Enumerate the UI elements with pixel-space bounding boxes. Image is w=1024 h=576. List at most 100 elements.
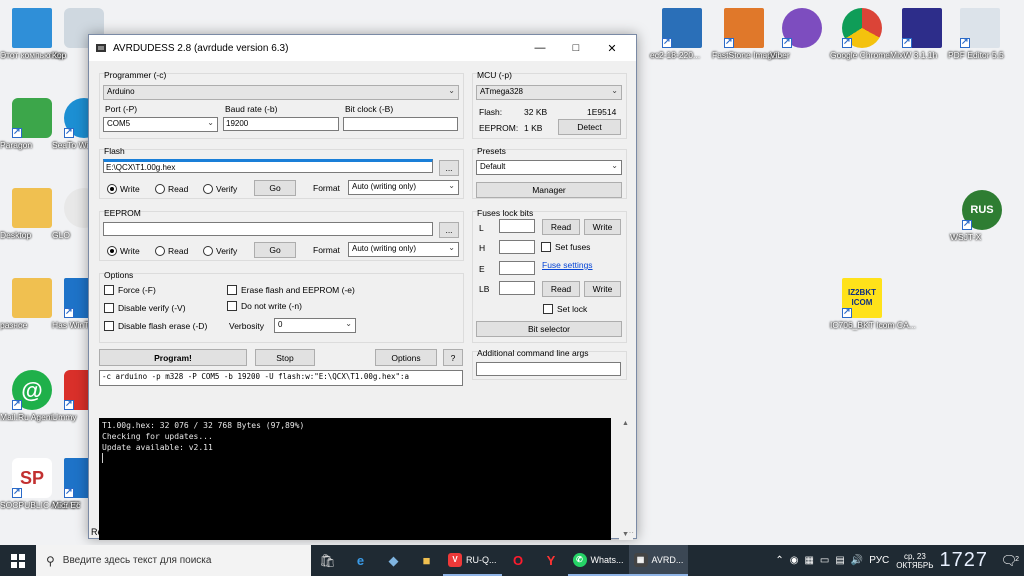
manager-button[interactable]: Manager xyxy=(476,182,622,198)
fuse-l-label: L xyxy=(479,223,484,233)
erase-checkbox[interactable] xyxy=(227,285,237,295)
status-bar: Ready xyxy=(91,527,118,537)
console-line: Checking for updates... xyxy=(102,432,213,441)
eeprom-file-field[interactable] xyxy=(103,222,433,236)
flash-size-value: 32 KB xyxy=(524,107,548,117)
close-button[interactable]: ✕ xyxy=(594,35,630,61)
fuse-write-button[interactable]: Write xyxy=(584,219,621,235)
eeprom-format-select[interactable]: Auto (writing only) ⌄ xyxy=(348,242,459,257)
taskbar-app-avrdudess[interactable]: ▦ AVRD... xyxy=(628,545,689,576)
mixw-shortcut[interactable]: MixW 3.1.1h xyxy=(890,8,954,60)
stop-button[interactable]: Stop xyxy=(255,349,315,366)
pdf-editor-shortcut[interactable]: PDF Editor 5.5 xyxy=(948,8,1012,60)
vivaldi-icon: V xyxy=(448,552,462,567)
flash-go-button[interactable]: Go xyxy=(254,180,296,196)
eeprom-write-radio[interactable] xyxy=(107,246,117,256)
detect-button[interactable]: Detect xyxy=(558,119,621,135)
eeprom-verify-radio[interactable] xyxy=(203,246,213,256)
lock-read-button[interactable]: Read xyxy=(542,281,580,297)
disable-verify-checkbox[interactable] xyxy=(104,303,114,313)
notification-count: 2 xyxy=(1015,555,1019,563)
faststone-shortcut[interactable]: FastStone Image ... xyxy=(712,8,786,60)
flash-group-title: Flash xyxy=(104,146,125,156)
fuse-read-button[interactable]: Read xyxy=(542,219,580,235)
eeprom-format-label: Format xyxy=(313,245,340,255)
flash-format-select[interactable]: Auto (writing only) ⌄ xyxy=(348,180,459,195)
volume-icon[interactable]: 🔊 xyxy=(851,555,863,566)
port-select[interactable]: COM5 ⌄ xyxy=(103,117,218,132)
opera-icon[interactable]: O xyxy=(502,545,535,576)
google-chrome-shortcut[interactable]: Google Chrome xyxy=(830,8,894,60)
tray-app-icon[interactable]: ◉ xyxy=(790,555,799,566)
remote-desktop-shortcut[interactable]: ec2-18-220... xyxy=(650,8,714,60)
set-lock-checkbox[interactable] xyxy=(543,304,553,314)
file-explorer-icon[interactable]: ■ xyxy=(410,545,443,576)
presets-select[interactable]: Default ⌄ xyxy=(476,160,622,175)
fuse-h-field[interactable] xyxy=(499,240,535,254)
taskbar-app-icon[interactable]: ◆ xyxy=(377,545,410,576)
options-button[interactable]: Options xyxy=(375,349,437,366)
ic706-shortcut[interactable]: IZ2BKT ICOM IC706_BKT Icom CA... xyxy=(830,278,916,330)
fuse-e-field[interactable] xyxy=(499,261,535,275)
chevron-down-icon: ⌄ xyxy=(345,319,352,328)
wsjtx-shortcut[interactable]: RUS WSJT-X xyxy=(950,190,1014,242)
app-icon xyxy=(96,44,106,52)
title-bar[interactable]: AVRDUDESS 2.8 (avrdude version 6.3) — □ … xyxy=(89,35,636,61)
eeprom-read-radio[interactable] xyxy=(155,246,165,256)
do-not-write-label: Do not write (-n) xyxy=(241,301,302,311)
resize-grip-icon[interactable]: ⋯ xyxy=(626,528,634,537)
eeprom-go-button[interactable]: Go xyxy=(254,242,296,258)
force-checkbox[interactable] xyxy=(104,285,114,295)
flash-verify-radio[interactable] xyxy=(203,184,213,194)
taskbar-app-whatsapp[interactable]: ✆ Whats... xyxy=(567,545,629,576)
yandex-browser-icon[interactable]: Y xyxy=(535,545,568,576)
additional-args-field[interactable] xyxy=(476,362,621,376)
programmer-select[interactable]: Arduino ⌄ xyxy=(103,85,459,100)
windows-logo-icon xyxy=(11,553,25,568)
taskbar-app-vivaldi[interactable]: V RU-Q... xyxy=(443,545,502,576)
lock-bits-field[interactable] xyxy=(499,281,535,295)
fuse-settings-link[interactable]: Fuse settings xyxy=(542,260,593,270)
disable-flash-erase-checkbox[interactable] xyxy=(104,321,114,331)
maximize-button[interactable]: □ xyxy=(558,35,594,61)
flash-read-radio[interactable] xyxy=(155,184,165,194)
notification-center-icon[interactable]: 🗨 2 xyxy=(994,553,1024,569)
bitclock-field[interactable] xyxy=(343,117,458,131)
date-display[interactable]: ср, 23 октябрь xyxy=(896,552,933,570)
edge-icon[interactable]: e xyxy=(344,545,377,576)
flash-write-radio[interactable] xyxy=(107,184,117,194)
erase-label: Erase flash and EEPROM (-e) xyxy=(241,285,355,295)
bit-selector-button[interactable]: Bit selector xyxy=(476,321,622,337)
do-not-write-checkbox[interactable] xyxy=(227,301,237,311)
chevron-down-icon: ⌄ xyxy=(611,161,618,170)
chevron-up-icon[interactable]: ⌃ xyxy=(775,555,783,566)
verbosity-select[interactable]: 0 ⌄ xyxy=(274,318,356,333)
command-line-field[interactable]: -c arduino -p m328 -P COM5 -b 19200 -U f… xyxy=(99,370,463,386)
flash-file-field[interactable]: E:\QCX\T1.00g.hex xyxy=(103,159,433,173)
flash-browse-button[interactable]: ... xyxy=(439,160,459,176)
language-indicator[interactable]: РУС xyxy=(869,555,889,566)
eeprom-browse-button[interactable]: ... xyxy=(439,222,459,238)
minimize-button[interactable]: — xyxy=(522,35,558,61)
console-line: Update available: v2.11 xyxy=(102,443,213,452)
help-button[interactable]: ? xyxy=(443,349,463,366)
time-display[interactable]: 1727 xyxy=(940,549,989,572)
tray-app-icon[interactable]: ▦ xyxy=(804,555,813,566)
set-fuses-checkbox[interactable] xyxy=(541,242,551,252)
set-fuses-label: Set fuses xyxy=(555,242,591,252)
store-icon[interactable]: 🛍 xyxy=(311,545,344,576)
baud-label: Baud rate (-b) xyxy=(225,104,278,114)
console-scrollbar[interactable]: ▲ ▼ xyxy=(619,418,633,540)
baud-rate-field[interactable]: 19200 xyxy=(223,117,339,131)
viber-shortcut[interactable]: Viber xyxy=(770,8,834,60)
tray-app-icon[interactable]: ▭ xyxy=(820,555,829,566)
scroll-up-icon[interactable]: ▲ xyxy=(622,420,629,427)
network-icon[interactable]: ▤ xyxy=(835,555,844,566)
lock-write-button[interactable]: Write xyxy=(584,281,621,297)
mcu-select[interactable]: ATmega328 ⌄ xyxy=(476,85,622,100)
program-button[interactable]: Program! xyxy=(99,349,247,366)
console-output[interactable]: T1.00g.hex: 32 076 / 32 768 Bytes (97,89… xyxy=(99,418,611,540)
taskbar-search[interactable]: ⚲ Введите здесь текст для поиска xyxy=(36,545,311,576)
start-button[interactable] xyxy=(0,545,36,576)
fuse-l-field[interactable] xyxy=(499,219,535,233)
